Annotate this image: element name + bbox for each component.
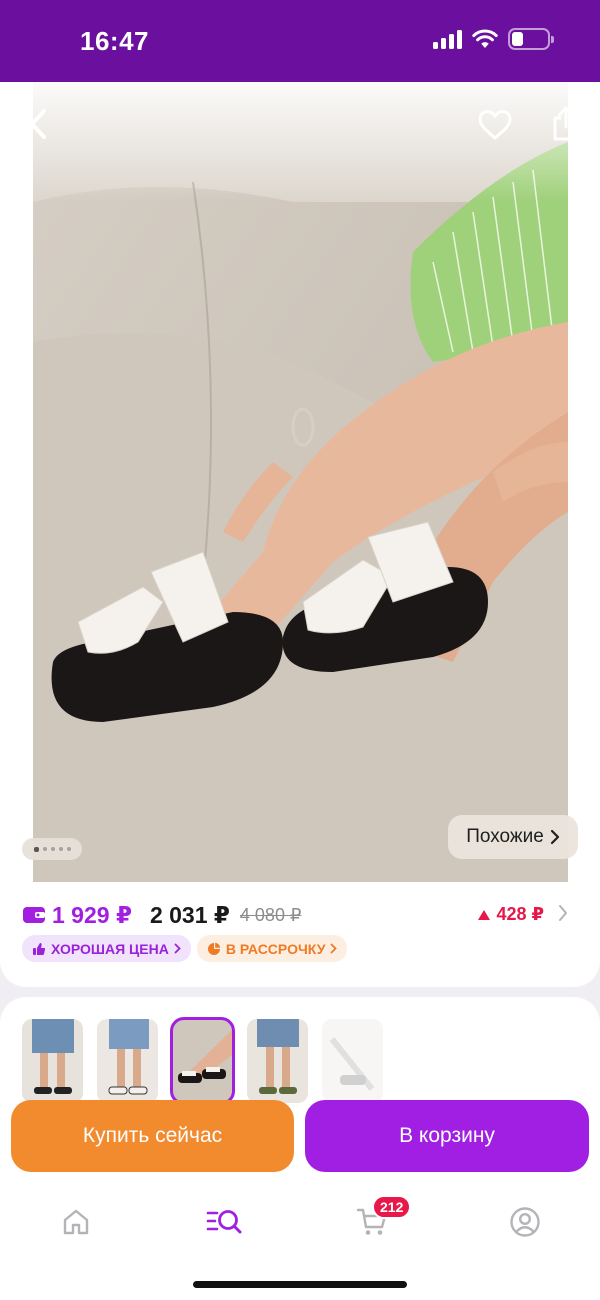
pagination-dot [50,847,55,851]
price: 2 031 ₽ [149,901,230,928]
badges: ХОРОШАЯ ЦЕНА В РАССРОЧКУ [22,935,348,962]
price-row: 1 929 ₽ 2 031 ₽ 4 080 ₽ 428 ₽ [22,900,578,930]
variant-thumbnails [22,1017,383,1105]
good-price-badge[interactable]: ХОРОШАЯ ЦЕНА [22,935,191,962]
variant-thumbnail[interactable] [322,1019,383,1103]
pagination-dot [66,847,71,851]
price-change-value: 428 ₽ [496,904,544,924]
chevron-right-icon [174,943,181,954]
wifi-icon [472,29,498,48]
similar-label: Похожие [466,826,544,847]
variant-thumbnail-selected[interactable] [170,1017,235,1105]
product-photo[interactable] [33,82,568,882]
home-indicator [193,1281,407,1288]
heart-icon [478,110,512,140]
triangle-up-icon [478,909,491,920]
installment-badge[interactable]: В РАССРОЧКУ [196,935,348,962]
share-icon [553,106,579,141]
home-icon [63,1209,89,1235]
installment-label: В РАССРОЧКУ [225,940,326,957]
battery-icon [508,28,554,50]
variant-thumbnail[interactable] [22,1019,83,1103]
chevron-right-icon [550,829,559,845]
cart-count-badge: 212 [372,1195,412,1219]
tab-catalog[interactable] [204,1202,244,1242]
favorite-button[interactable] [474,104,516,146]
back-button[interactable] [18,104,58,144]
status-icons [433,28,554,50]
status-bar: 16:47 [0,0,600,82]
buy-now-button[interactable]: Купить сейчас [11,1100,294,1172]
tab-profile[interactable] [505,1202,545,1242]
thumbs-up-icon [33,942,46,955]
variant-thumbnail[interactable] [247,1019,308,1103]
similar-button[interactable]: Похожие [448,815,578,859]
cellular-signal-icon [433,29,462,49]
profile-icon [510,1207,540,1237]
chevron-right-icon[interactable] [558,904,568,922]
product-card: Похожие 1 929 ₽ 2 031 ₽ 4 080 ₽ 428 ₽ ХО… [0,82,600,987]
good-price-label: ХОРОШАЯ ЦЕНА [51,940,169,957]
price-change[interactable]: 428 ₽ [477,904,544,925]
status-time: 16:47 [80,26,149,56]
old-price: 4 080 ₽ [239,904,302,925]
share-button[interactable] [546,102,586,146]
pie-chart-icon [207,942,221,955]
chevron-right-icon [331,943,338,954]
variant-thumbnail[interactable] [97,1019,158,1103]
chevron-left-icon [30,109,46,139]
tab-home[interactable] [56,1202,96,1242]
pagination-dot [58,847,63,851]
catalog-search-icon [206,1210,242,1234]
card-price: 1 929 ₽ [52,901,132,928]
pagination-dot [42,847,47,851]
wallet-icon [23,907,45,923]
add-to-cart-button[interactable]: В корзину [305,1100,589,1172]
gallery-pagination [22,838,82,860]
pagination-dot [33,846,39,852]
